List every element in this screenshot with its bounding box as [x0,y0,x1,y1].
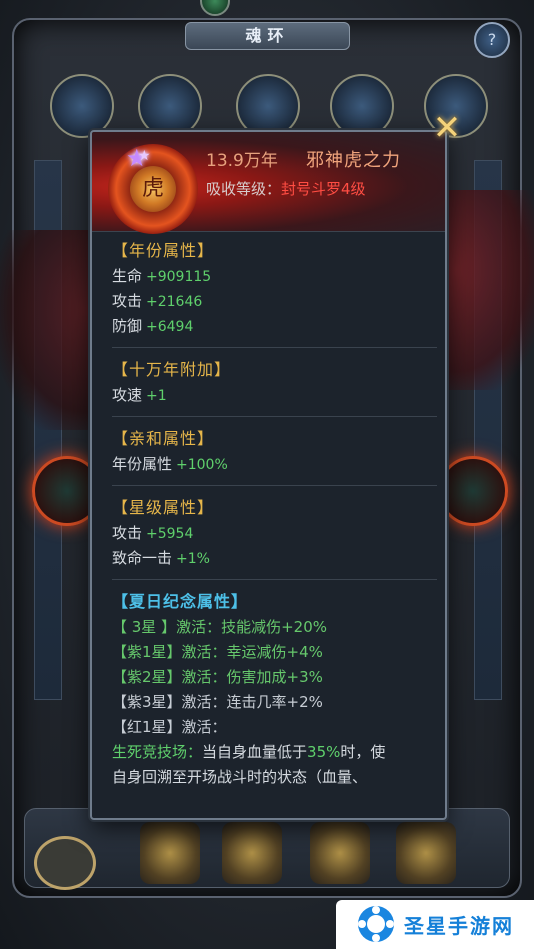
soul-ring-slot-1[interactable] [50,74,114,138]
close-icon[interactable]: ✕ [432,111,462,145]
bottom-icon-2[interactable] [222,822,282,884]
bottom-icon-4[interactable] [396,822,456,884]
section-star-attributes: 【星级属性】 攻击 +5954 致命一击 +1% [112,495,437,580]
summer-row: 【紫3星】激活：连击几率+2% [112,693,323,711]
section-title: 【星级属性】 [112,498,215,517]
section-year-attributes: 【年份属性】 生命 +909115 攻击 +21646 防御 +6494 [112,238,437,348]
purple-star-icon: ★ ★ [126,144,151,172]
attr-row: 生命 +909115 [112,267,212,285]
site-watermark: 圣星手游网 [336,900,534,949]
absorb-value: 封号斗罗4级 [281,180,366,198]
site-logo-icon [358,906,394,942]
watermark-text: 圣星手游网 [404,914,514,938]
absorb-level: 吸收等级：封号斗罗4级 [206,178,366,199]
tiger-head-icon: 虎 [130,166,176,212]
back-button[interactable] [34,836,96,890]
ring-year: 13.9万年 [206,151,278,171]
section-hundred-k-bonus: 【十万年附加】 攻速 +1 [112,357,437,417]
absorb-label: 吸收等级： [206,180,282,198]
attr-row: 年份属性 +100% [112,455,228,473]
soul-ring-slot-2[interactable] [138,74,202,138]
attribute-list: 【年份属性】 生命 +909115 攻击 +21646 防御 +6494 【十万年附加… [112,238,437,807]
section-title: 【年份属性】 [112,241,215,260]
soul-ring-slot-3[interactable] [236,74,300,138]
section-affinity: 【亲和属性】 年份属性 +100% [112,426,437,486]
bottom-icon-3[interactable] [310,822,370,884]
summer-row: 【紫2星】激活：伤害加成+3% [112,668,323,686]
section-title: 【十万年附加】 [112,360,232,379]
summer-row: 【红1星】激活： [112,718,227,736]
ring-name: 邪神虎之力 [306,150,401,171]
soul-ring-slot-4[interactable] [330,74,394,138]
summer-description-line: 自身回溯至开场战斗时的状态（血量、 [112,768,368,786]
summer-row: 【紫1星】激活：幸运减伤+4% [112,643,323,661]
top-orb-icon [200,0,230,16]
attr-row: 致命一击 +1% [112,549,210,567]
section-title: 【夏日纪念属性】 [112,592,249,611]
attr-row: 攻速 +1 [112,386,167,404]
section-summer-memorial: 【夏日纪念属性】 【 3星 】激活：技能减伤+20% 【紫1星】激活：幸运减伤+… [112,589,437,798]
summer-description-line: 生死竞技场：当自身血量低于35%时，使 [112,743,386,761]
attr-row: 攻击 +5954 [112,524,194,542]
right-soul-ring[interactable] [438,456,508,526]
help-button[interactable]: ? [474,22,510,58]
attr-row: 攻击 +21646 [112,292,203,310]
popup-header: 虎 ★ ★ 13.9万年 邪神虎之力 吸收等级：封号斗罗4级 [92,132,445,234]
summer-row: 【 3星 】激活：技能减伤+20% [112,618,328,636]
soul-ring-detail-popup: 虎 ★ ★ 13.9万年 邪神虎之力 吸收等级：封号斗罗4级 【年份属性】 生命 +… [90,130,447,820]
section-title: 【亲和属性】 [112,429,215,448]
attr-row: 防御 +6494 [112,317,194,335]
bottom-icon-1[interactable] [140,822,200,884]
background-title: 魂环 [185,22,350,50]
